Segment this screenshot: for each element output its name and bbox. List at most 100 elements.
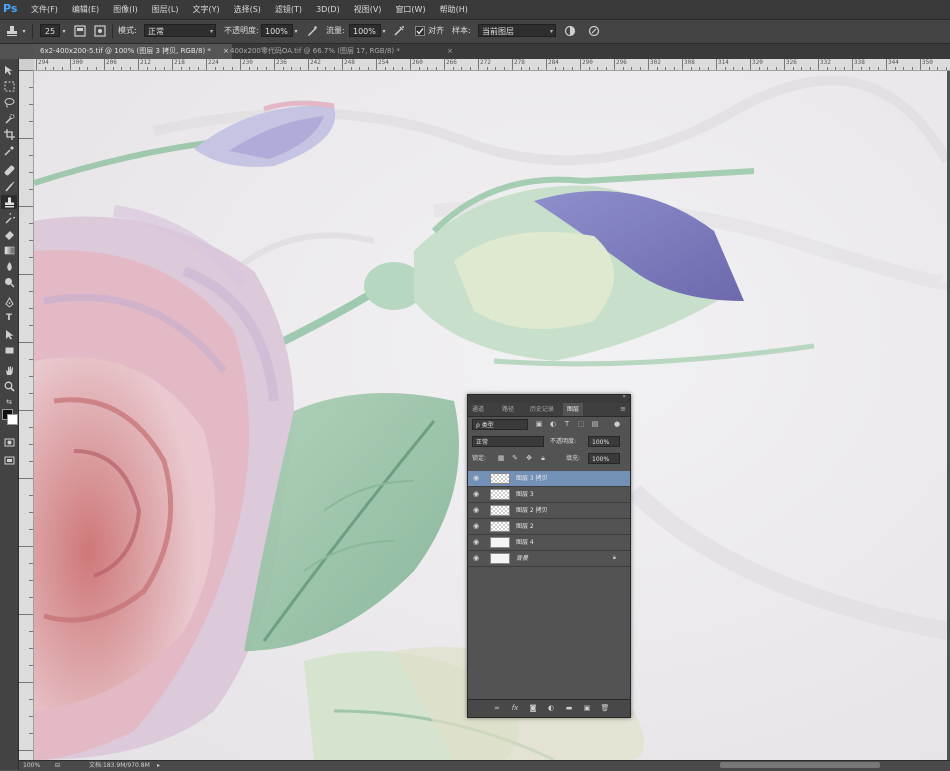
- zoom-tool-icon[interactable]: [1, 379, 17, 393]
- pixel-filter-icon[interactable]: ▣: [534, 419, 544, 430]
- type-tool-icon[interactable]: T: [1, 311, 17, 325]
- type-filter-icon[interactable]: T: [562, 419, 572, 430]
- close-icon[interactable]: ×: [447, 44, 453, 59]
- tab-history[interactable]: 历史记录: [526, 403, 558, 416]
- swap-colors-icon[interactable]: ⇆: [1, 395, 17, 409]
- layer-row[interactable]: ◉ 图层 4: [468, 535, 630, 551]
- background-color-swatch[interactable]: [7, 414, 18, 425]
- move-tool-icon[interactable]: [1, 63, 17, 77]
- vertical-ruler[interactable]: [19, 70, 34, 760]
- filter-toggle-icon[interactable]: ●: [612, 419, 622, 430]
- clone-stamp-icon[interactable]: [4, 23, 20, 39]
- menu-filter[interactable]: 滤镜(T): [268, 0, 309, 19]
- path-selection-tool-icon[interactable]: [1, 327, 17, 341]
- new-layer-icon[interactable]: ▣: [582, 703, 592, 713]
- rectangle-tool-icon[interactable]: [1, 343, 17, 357]
- menu-image[interactable]: 图像(I): [106, 0, 145, 19]
- document-tab-active[interactable]: 6x2-400x200-5.tif @ 100% (图层 3 拷贝, RGB/8…: [34, 44, 232, 59]
- brush-size-picker[interactable]: 25: [40, 24, 60, 37]
- menu-type[interactable]: 文字(Y): [185, 0, 226, 19]
- brush-picker-chevron-icon[interactable]: ▾: [60, 23, 68, 39]
- menu-window[interactable]: 窗口(W): [388, 0, 432, 19]
- smart-object-filter-icon[interactable]: ▤: [590, 419, 600, 430]
- pen-tool-icon[interactable]: [1, 295, 17, 309]
- eraser-tool-icon[interactable]: [1, 227, 17, 241]
- menu-3d[interactable]: 3D(D): [309, 0, 347, 19]
- layer-row[interactable]: ◉ 图层 2: [468, 519, 630, 535]
- ignore-adjustment-layers-icon[interactable]: [562, 23, 578, 39]
- menu-help[interactable]: 帮助(H): [433, 0, 475, 19]
- visibility-eye-icon[interactable]: ◉: [473, 474, 483, 483]
- crop-tool-icon[interactable]: [1, 127, 17, 141]
- mode-select[interactable]: 正常 ▾: [144, 24, 216, 37]
- fill-field[interactable]: 100%: [588, 453, 620, 464]
- adjustment-filter-icon[interactable]: ◐: [548, 419, 558, 430]
- ruler-tick: [29, 580, 33, 581]
- lock-transparency-icon[interactable]: ▦: [496, 453, 506, 464]
- layer-filter-select[interactable]: ρ 类型: [472, 419, 528, 430]
- dodge-tool-icon[interactable]: [1, 275, 17, 289]
- pressure-size-icon[interactable]: [586, 23, 602, 39]
- pressure-opacity-icon[interactable]: [304, 23, 320, 39]
- sample-select[interactable]: 当前图层 ▾: [478, 24, 556, 37]
- eyedropper-tool-icon[interactable]: [1, 143, 17, 157]
- quick-mask-icon[interactable]: [1, 435, 17, 449]
- delete-layer-icon[interactable]: 🗑︎: [600, 703, 610, 713]
- gradient-tool-icon[interactable]: [1, 243, 17, 257]
- tool-preset-chevron-icon[interactable]: ▾: [20, 23, 28, 39]
- opacity-slider-chevron-icon[interactable]: ▾: [292, 23, 300, 39]
- menu-select[interactable]: 选择(S): [227, 0, 268, 19]
- adjustment-layer-icon[interactable]: ◐: [546, 703, 556, 713]
- lasso-tool-icon[interactable]: [1, 95, 17, 109]
- history-brush-tool-icon[interactable]: [1, 211, 17, 225]
- panel-header[interactable]: »: [468, 393, 630, 403]
- flow-slider-chevron-icon[interactable]: ▾: [380, 23, 388, 39]
- new-group-icon[interactable]: ▬: [564, 703, 574, 713]
- lock-pixels-icon[interactable]: ✎: [510, 453, 520, 464]
- visibility-eye-icon[interactable]: ◉: [473, 554, 483, 563]
- blend-mode-select[interactable]: 正常: [472, 436, 544, 447]
- layer-opacity-field[interactable]: 100%: [588, 436, 620, 447]
- layer-style-icon[interactable]: fx: [510, 703, 520, 713]
- menu-view[interactable]: 视图(V): [347, 0, 389, 19]
- blur-tool-icon[interactable]: [1, 259, 17, 273]
- healing-brush-tool-icon[interactable]: [1, 163, 17, 177]
- tab-paths[interactable]: 路径: [498, 403, 518, 416]
- panel-menu-icon[interactable]: ≡: [620, 405, 626, 413]
- horizontal-scrollbar-thumb[interactable]: [720, 762, 880, 768]
- quick-selection-tool-icon[interactable]: [1, 111, 17, 125]
- brush-tool-icon[interactable]: [1, 179, 17, 193]
- opacity-field[interactable]: 100%: [261, 24, 293, 37]
- ruler-origin[interactable]: [19, 59, 34, 70]
- layer-row[interactable]: ◉ 图层 2 拷贝: [468, 503, 630, 519]
- tab-layers[interactable]: 图层: [563, 403, 584, 416]
- airbrush-icon[interactable]: [391, 23, 407, 39]
- visibility-eye-icon[interactable]: ◉: [473, 506, 483, 515]
- link-layers-icon[interactable]: ∞: [492, 703, 502, 713]
- tab-channels[interactable]: 通道: [468, 403, 488, 416]
- shape-filter-icon[interactable]: ⬚: [576, 419, 586, 430]
- visibility-eye-icon[interactable]: ◉: [473, 538, 483, 547]
- horizontal-ruler[interactable]: 294 300 206 212 218 224 230 236 242 248 254 260 266 2…: [34, 59, 950, 71]
- layer-row[interactable]: ◉ 图层 3: [468, 487, 630, 503]
- layer-row[interactable]: ◉ 图层 3 拷贝: [468, 471, 630, 487]
- lock-all-icon[interactable]: 🔒︎: [538, 453, 548, 464]
- add-mask-icon[interactable]: ◙: [528, 703, 538, 713]
- collapse-icon[interactable]: »: [622, 393, 626, 400]
- lock-position-icon[interactable]: ✥: [524, 453, 534, 464]
- aligned-checkbox[interactable]: [414, 23, 426, 39]
- brush-panel-icon[interactable]: [72, 23, 88, 39]
- marquee-tool-icon[interactable]: [1, 79, 17, 93]
- hand-tool-icon[interactable]: [1, 363, 17, 377]
- document-tab[interactable]: 400x200零代码OA.tif @ 66.7% (图层 17, RGB/8) …: [224, 44, 456, 59]
- visibility-eye-icon[interactable]: ◉: [473, 490, 483, 499]
- menu-edit[interactable]: 编辑(E): [65, 0, 106, 19]
- menu-layer[interactable]: 图层(L): [145, 0, 186, 19]
- screen-mode-icon[interactable]: [1, 453, 17, 467]
- flow-field[interactable]: 100%: [349, 24, 381, 37]
- clone-stamp-tool-icon[interactable]: [1, 195, 17, 209]
- visibility-eye-icon[interactable]: ◉: [473, 522, 483, 531]
- menu-file[interactable]: 文件(F): [24, 0, 65, 19]
- clone-source-icon[interactable]: [92, 23, 108, 39]
- layer-row[interactable]: ◉ 背景 🔒︎: [468, 551, 630, 567]
